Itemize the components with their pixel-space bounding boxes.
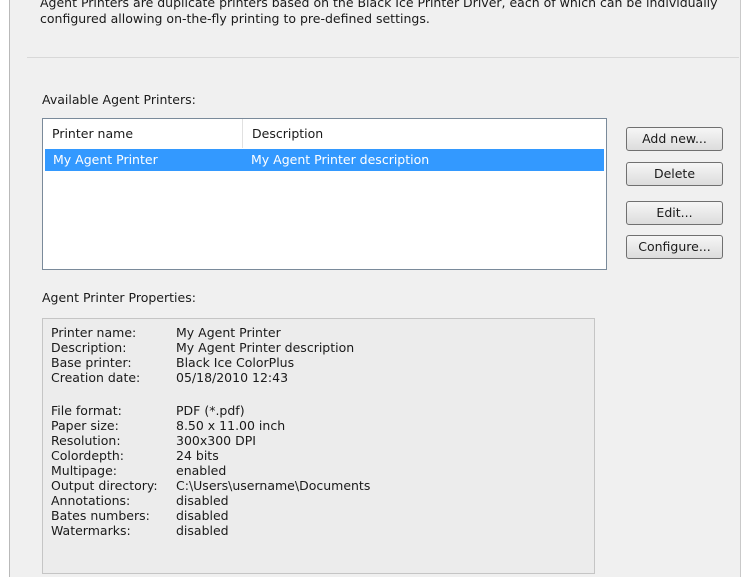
agent-printers-list[interactable]: Printer name Description My Agent Printe… xyxy=(42,118,607,270)
property-value: 05/18/2010 12:43 xyxy=(176,370,289,385)
window-frame-left xyxy=(0,0,9,577)
available-printers-label: Available Agent Printers: xyxy=(42,92,196,107)
property-key: Watermarks: xyxy=(51,523,131,538)
property-value: 8.50 x 11.00 inch xyxy=(176,418,286,433)
property-value: disabled xyxy=(176,523,229,538)
property-key: Creation date: xyxy=(51,370,141,385)
property-key: Base printer: xyxy=(51,355,132,370)
property-value: disabled xyxy=(176,493,229,508)
property-value: PDF (*.pdf) xyxy=(176,403,245,418)
properties-panel: Printer name: My Agent Printer Descripti… xyxy=(42,318,595,574)
property-value: 300x300 DPI xyxy=(176,433,256,448)
property-value: C:\Users\username\Documents xyxy=(176,478,371,493)
window-frame-left-border xyxy=(9,0,10,577)
property-key: Paper size: xyxy=(51,418,119,433)
property-key: File format: xyxy=(51,403,122,418)
list-header: Printer name Description xyxy=(43,119,606,148)
property-key: Description: xyxy=(51,340,127,355)
separator-line xyxy=(27,57,739,58)
add-new-button[interactable]: Add new... xyxy=(626,127,723,151)
property-key: Resolution: xyxy=(51,433,121,448)
edit-button[interactable]: Edit... xyxy=(626,201,723,225)
property-value: My Agent Printer xyxy=(176,325,281,340)
column-header-description[interactable]: Description xyxy=(243,119,605,148)
delete-button[interactable]: Delete xyxy=(626,162,723,186)
property-value: enabled xyxy=(176,463,227,478)
row-description: My Agent Printer description xyxy=(251,152,430,167)
property-value: Black Ice ColorPlus xyxy=(176,355,295,370)
configure-button[interactable]: Configure... xyxy=(626,235,723,259)
column-header-printer-name[interactable]: Printer name xyxy=(43,119,243,148)
intro-text: Agent Printers are duplicate printers ba… xyxy=(40,0,718,26)
property-key: Bates numbers: xyxy=(51,508,150,523)
row-printer-name: My Agent Printer xyxy=(53,152,158,167)
property-key: Printer name: xyxy=(51,325,137,340)
agent-printer-properties-label: Agent Printer Properties: xyxy=(42,290,196,305)
property-value: My Agent Printer description xyxy=(176,340,355,355)
property-value: disabled xyxy=(176,508,229,523)
property-key: Colordepth: xyxy=(51,448,125,463)
list-row-selected[interactable]: My Agent Printer My Agent Printer descri… xyxy=(45,149,604,171)
property-key: Output directory: xyxy=(51,478,158,493)
property-key: Multipage: xyxy=(51,463,117,478)
window-frame-right xyxy=(741,0,750,577)
property-value: 24 bits xyxy=(176,448,219,463)
agent-printers-dialog: Agent Printers are duplicate printers ba… xyxy=(0,0,750,577)
property-key: Annotations: xyxy=(51,493,131,508)
